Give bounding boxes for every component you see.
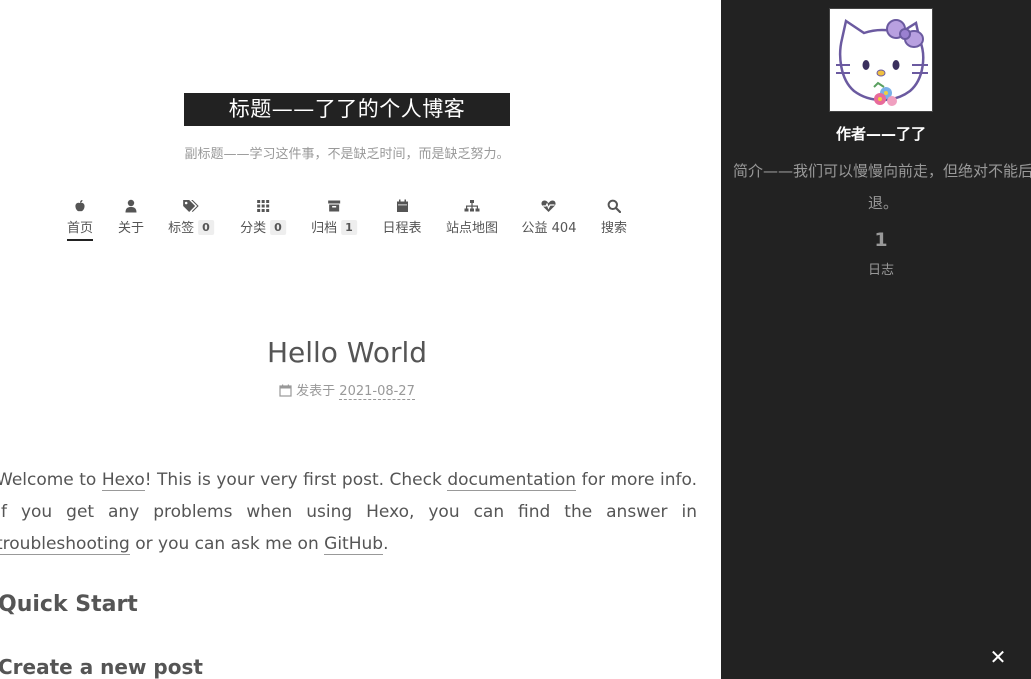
heartbeat-icon <box>541 195 557 217</box>
tags-icon <box>182 195 200 217</box>
posts-count-label[interactable]: 日志 <box>721 259 1031 278</box>
author-avatar <box>829 8 933 112</box>
menu-label-archives: 归档 <box>311 221 338 236</box>
tags-count-badge: 0 <box>198 220 214 235</box>
categories-count-badge: 0 <box>270 220 286 235</box>
menu-label-tags: 标签 <box>168 221 195 236</box>
main-content: 标题——了了的个人博客 副标题——学习这件事，不是缺乏时间，而是缺乏努力。 首页… <box>0 0 721 679</box>
menu-label-schedule: 日程表 <box>382 221 422 236</box>
menu-item-schedule[interactable]: 日程表 <box>382 195 422 247</box>
menu-label-search: 搜索 <box>600 221 628 236</box>
site-title[interactable]: 标题——了了的个人博客 <box>184 93 510 126</box>
post-title[interactable]: Hello World <box>0 336 694 369</box>
post-meta-prefix: 发表于 <box>296 384 336 399</box>
menu-item-about[interactable]: 关于 <box>118 195 144 247</box>
heading-create-post: Create a new post <box>0 655 203 679</box>
github-link[interactable]: GitHub <box>324 534 384 555</box>
body-text: . <box>383 534 389 554</box>
sitemap-icon <box>464 195 480 217</box>
hexo-link[interactable]: Hexo <box>101 470 145 491</box>
calendar-icon <box>395 195 409 217</box>
grid-icon <box>256 195 270 217</box>
menu-item-home[interactable]: 首页 <box>66 195 94 247</box>
main-menu: 首页 关于 标签 0 分类 0 归档 1 日程表 站点地图 公益 404 搜索 <box>0 195 721 255</box>
archive-icon <box>327 195 341 217</box>
menu-item-tags[interactable]: 标签 0 <box>168 195 214 247</box>
menu-label-home: 首页 <box>66 220 94 241</box>
menu-item-search[interactable]: 搜索 <box>601 195 627 247</box>
author-name: 作者——了了 <box>835 125 926 143</box>
documentation-link[interactable]: documentation <box>447 470 577 491</box>
close-icon[interactable]: ✕ <box>987 646 1009 668</box>
user-icon <box>124 195 138 217</box>
posts-count[interactable]: 1 <box>721 229 1031 251</box>
menu-item-sitemap[interactable]: 站点地图 <box>446 195 498 247</box>
heading-quick-start: Quick Start <box>0 592 138 617</box>
search-icon <box>607 195 621 217</box>
menu-item-categories[interactable]: 分类 0 <box>240 195 286 247</box>
post-meta: 发表于 2021-08-27 <box>0 380 694 401</box>
post-body: Welcome to Hexo! This is your very first… <box>0 464 697 560</box>
menu-label-commonweal: 公益 404 <box>521 221 577 236</box>
menu-label-categories: 分类 <box>240 221 267 236</box>
body-text: Welcome to <box>0 470 102 490</box>
menu-item-archives[interactable]: 归档 1 <box>311 195 357 247</box>
calendar-outline-icon <box>279 384 292 401</box>
archives-count-badge: 1 <box>341 220 357 235</box>
post-date[interactable]: 2021-08-27 <box>339 384 415 400</box>
sidebar: 作者——了了 简介——我们可以慢慢向前走，但绝对不能后退。 1 日志 ✕ <box>721 0 1031 679</box>
troubleshooting-link[interactable]: troubleshooting <box>0 534 130 555</box>
site-subtitle: 副标题——学习这件事，不是缺乏时间，而是缺乏努力。 <box>184 147 510 162</box>
body-text: ! This is your very first post. Check <box>144 470 448 490</box>
menu-label-sitemap: 站点地图 <box>445 221 499 236</box>
author-description: 简介——我们可以慢慢向前走，但绝对不能后退。 <box>733 162 1031 212</box>
menu-item-commonweal[interactable]: 公益 404 <box>521 195 577 247</box>
menu-label-about: 关于 <box>117 221 145 236</box>
body-text: or you can ask me on <box>129 534 325 554</box>
apple-icon <box>73 195 87 217</box>
